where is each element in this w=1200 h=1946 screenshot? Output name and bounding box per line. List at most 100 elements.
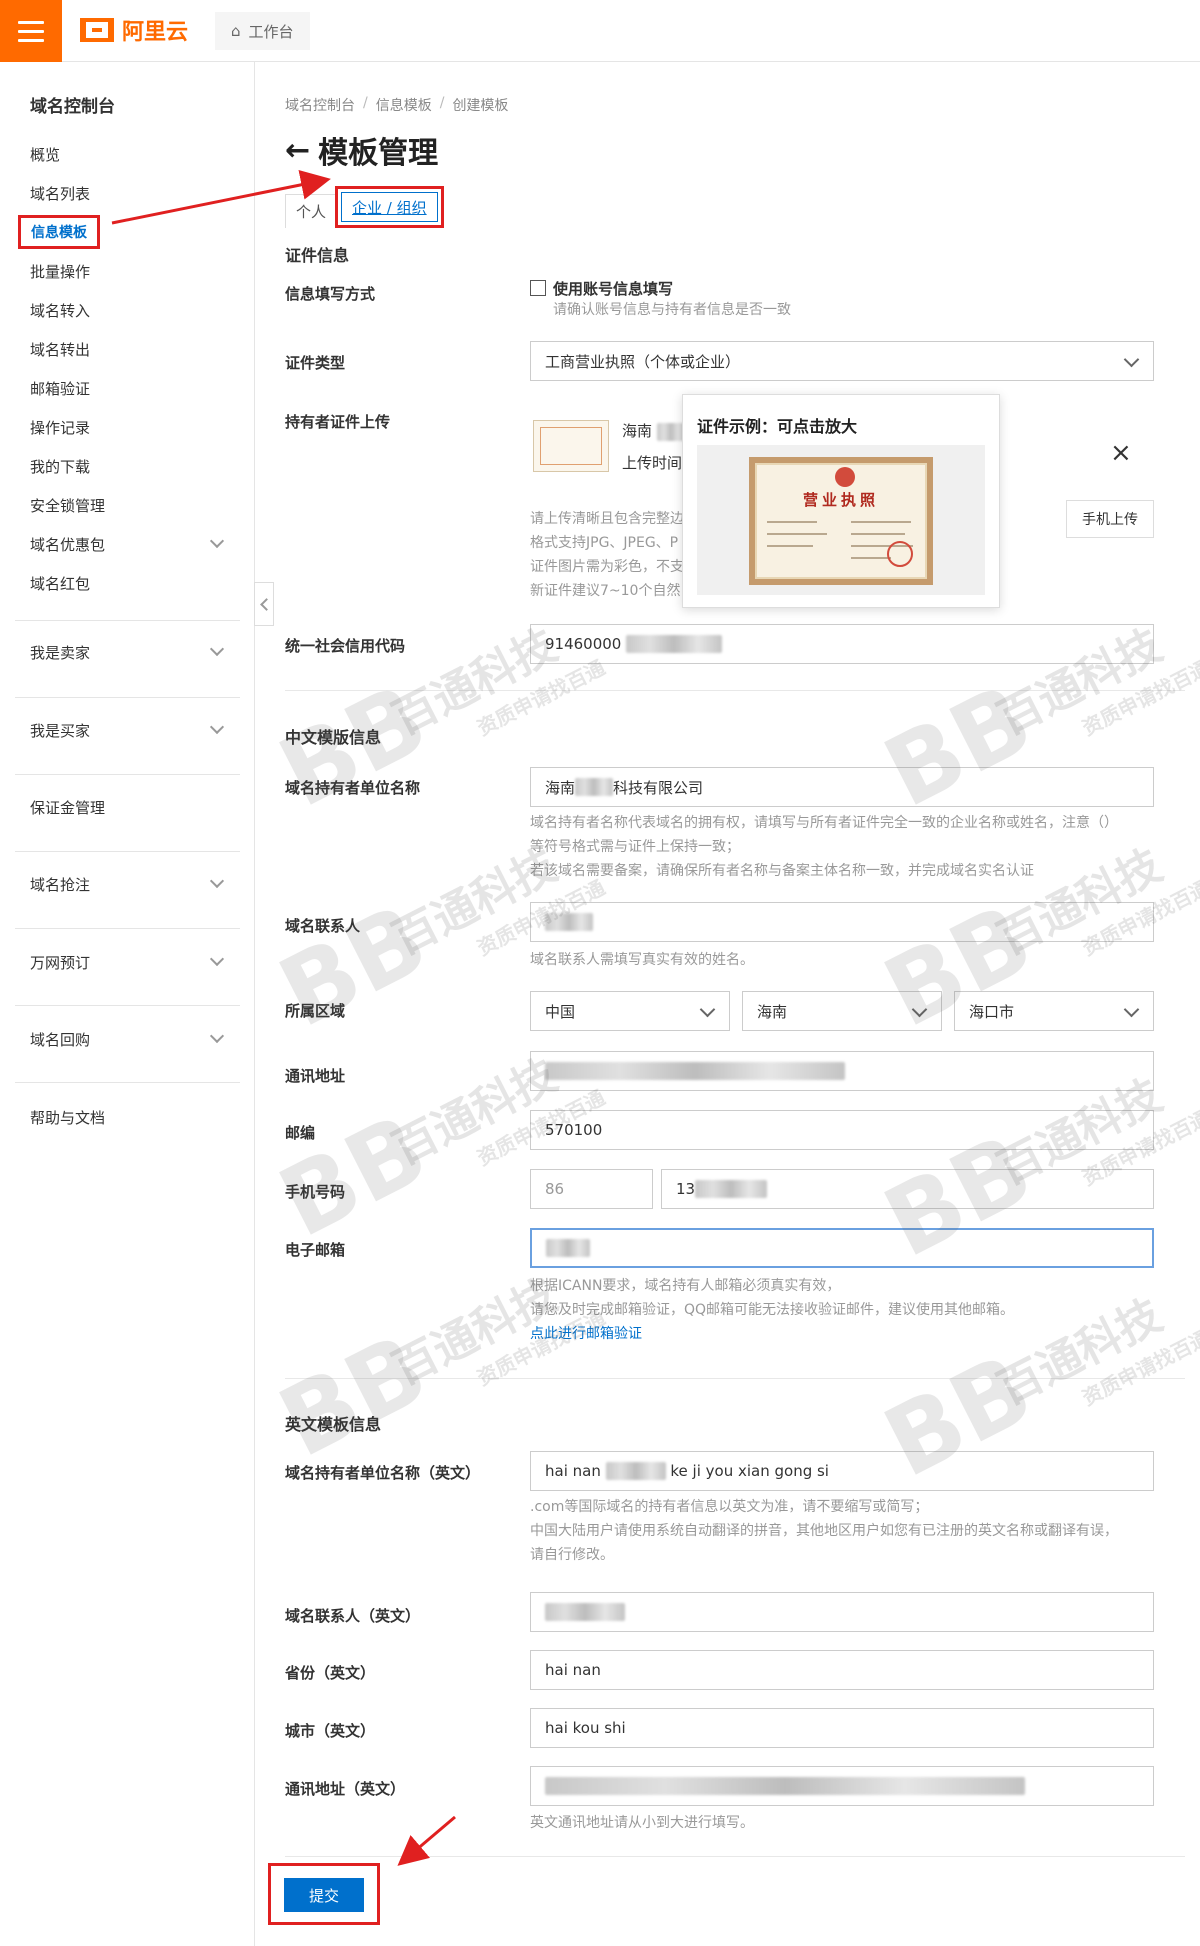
sidebar-group-reserve[interactable]: 万网预订	[30, 952, 90, 973]
address-label: 通讯地址	[285, 1067, 346, 1085]
chevron-down-icon[interactable]	[209, 719, 225, 735]
sidebar-item-discount-pack[interactable]: 域名优惠包	[30, 534, 105, 555]
stamp-icon	[887, 541, 913, 567]
redacted-text	[695, 1180, 768, 1198]
close-icon[interactable]: ×	[1110, 440, 1132, 466]
divider	[15, 774, 240, 775]
fill-mode-hint: 请确认账号信息与持有者信息是否一致	[553, 302, 791, 318]
en-city-input[interactable]: hai kou shi	[530, 1708, 1154, 1748]
breadcrumb: 域名控制台 / 信息模板 / 创建模板	[285, 95, 509, 115]
divider	[15, 851, 240, 852]
en-city-label: 城市（英文）	[285, 1722, 376, 1740]
zip-input[interactable]: 570100	[530, 1110, 1154, 1150]
sidebar-group-backorder[interactable]: 域名抢注	[30, 874, 90, 895]
breadcrumb-item[interactable]: 信息模板	[376, 95, 432, 115]
brand-logo[interactable]: 阿里云	[80, 14, 188, 46]
back-arrow-icon[interactable]: ←	[285, 133, 310, 168]
submit-button[interactable]: 提交	[284, 1878, 364, 1912]
country-select[interactable]: 中国	[530, 991, 730, 1031]
sidebar-item-transfer-out[interactable]: 域名转出	[30, 339, 90, 360]
chevron-down-icon[interactable]	[209, 873, 225, 889]
sidebar-group-help[interactable]: 帮助与文档	[30, 1107, 105, 1128]
cert-example-image[interactable]: 营业执照	[697, 445, 985, 595]
sidebar-group-deposit[interactable]: 保证金管理	[30, 797, 105, 818]
sidebar-item-security-lock[interactable]: 安全锁管理	[30, 495, 105, 516]
redacted-text	[545, 1062, 845, 1080]
page-title: ← 模板管理	[285, 132, 439, 172]
sidebar-group-buyback[interactable]: 域名回购	[30, 1029, 90, 1050]
cert-type-select[interactable]: 工商营业执照（个体或企业）	[530, 341, 1154, 381]
chevron-down-icon[interactable]	[209, 641, 225, 657]
tab-highlight-box: 企业 / 组织	[335, 186, 444, 228]
en-province-input[interactable]: hai nan	[530, 1650, 1154, 1690]
cert-example-popover[interactable]: 证件示例：可点击放大 营业执照	[682, 394, 1000, 608]
top-bar: 阿里云 ⌂ 工作台	[0, 0, 1200, 62]
tab-personal[interactable]: 个人	[285, 194, 338, 228]
submit-highlight-box: 提交	[268, 1863, 380, 1925]
en-contact-label: 域名联系人（英文）	[285, 1607, 421, 1625]
sidebar: 域名控制台 概览 域名列表 信息模板 批量操作 域名转入 域名转出 邮箱验证 操…	[0, 62, 255, 1946]
divider	[285, 1856, 1185, 1857]
breadcrumb-item[interactable]: 域名控制台	[285, 95, 355, 115]
en-address-input[interactable]	[530, 1766, 1154, 1806]
credit-code-label: 统一社会信用代码	[285, 637, 406, 655]
sidebar-title: 域名控制台	[30, 97, 115, 117]
sidebar-item-red-packet[interactable]: 域名红包	[30, 573, 90, 594]
sidebar-item-op-log[interactable]: 操作记录	[30, 417, 90, 438]
mobile-upload-button[interactable]: 手机上传	[1066, 500, 1154, 538]
use-account-info-label[interactable]: 使用账号信息填写	[553, 278, 673, 299]
email-input[interactable]	[530, 1228, 1154, 1268]
en-province-label: 省份（英文）	[285, 1664, 376, 1682]
sidebar-item-email-verify[interactable]: 邮箱验证	[30, 378, 90, 399]
sidebar-item-domain-list[interactable]: 域名列表	[30, 183, 90, 204]
fill-mode-label: 信息填写方式	[285, 285, 376, 303]
sidebar-item-batch[interactable]: 批量操作	[30, 261, 90, 282]
redacted-text	[605, 1462, 666, 1480]
credit-code-input[interactable]: 91460000	[530, 624, 1154, 664]
cert-type-label: 证件类型	[285, 354, 346, 372]
phone-country-code: 86	[530, 1169, 653, 1209]
divider	[15, 620, 240, 621]
sidebar-collapse-button[interactable]	[254, 582, 274, 626]
sample-title: 营业执照	[802, 491, 879, 509]
watermark-logo: BB	[262, 662, 444, 830]
tab-company[interactable]: 企业 / 组织	[341, 192, 438, 222]
address-input[interactable]	[530, 1051, 1154, 1091]
home-icon: ⌂	[231, 22, 241, 40]
redacted-text	[656, 422, 685, 441]
divider	[15, 1082, 240, 1083]
holder-name-input[interactable]: 海南 科技有限公司	[530, 767, 1154, 807]
chevron-down-icon[interactable]	[209, 1028, 225, 1044]
redacted-text	[626, 635, 723, 653]
chevron-down-icon[interactable]	[209, 533, 225, 549]
sidebar-item-overview[interactable]: 概览	[30, 144, 60, 165]
popover-title: 证件示例：可点击放大	[697, 417, 858, 436]
section-cert-info: 证件信息	[285, 246, 350, 265]
en-holder-hints: .com等国际域名的持有者信息以英文为准，请不要缩写或简写； 中国大陆用户请使用…	[530, 1499, 1118, 1563]
en-contact-input[interactable]	[530, 1592, 1154, 1632]
menu-icon[interactable]	[0, 0, 62, 62]
sidebar-item-transfer-in[interactable]: 域名转入	[30, 300, 90, 321]
email-verify-link[interactable]: 点此进行邮箱验证	[530, 1322, 1014, 1346]
sidebar-group-buyer[interactable]: 我是买家	[30, 720, 90, 741]
use-account-info-checkbox[interactable]	[530, 280, 546, 296]
watermark-logo: BB	[262, 1092, 444, 1260]
holder-type-tabs: 个人 企业 / 组织	[285, 186, 444, 228]
divider	[15, 928, 240, 929]
breadcrumb-item: 创建模板	[452, 98, 509, 114]
uploaded-cert-thumbnail[interactable]	[533, 420, 609, 472]
sidebar-group-seller[interactable]: 我是卖家	[30, 642, 90, 663]
contact-hint: 域名联系人需填写真实有效的姓名。	[530, 952, 754, 968]
watermark-logo: BB	[262, 1312, 444, 1480]
en-address-label: 通讯地址（英文）	[285, 1780, 406, 1798]
sidebar-item-downloads[interactable]: 我的下载	[30, 456, 90, 477]
en-holder-name-input[interactable]: hai nan ke ji you xian gong si	[530, 1451, 1154, 1491]
aliyun-logo-icon	[80, 18, 114, 42]
sidebar-item-info-template[interactable]: 信息模板	[18, 215, 100, 249]
redacted-text	[545, 1603, 625, 1621]
chevron-down-icon[interactable]	[209, 951, 225, 967]
business-license-sample: 营业执照	[749, 457, 933, 585]
contact-input[interactable]	[530, 902, 1154, 942]
redacted-text	[545, 1777, 1025, 1795]
workbench-button[interactable]: ⌂ 工作台	[215, 12, 310, 50]
